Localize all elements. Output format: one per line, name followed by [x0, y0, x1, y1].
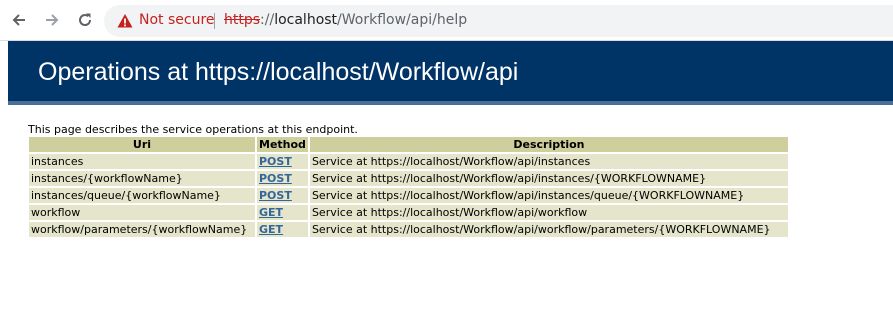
method-cell: POST: [257, 154, 308, 169]
method-link[interactable]: POST: [259, 189, 292, 202]
page-content: Operations at https://localhost/Workflow…: [0, 41, 893, 336]
method-cell: POST: [257, 171, 308, 186]
reload-button[interactable]: [74, 9, 96, 31]
description-cell: Service at https://localhost/Workflow/ap…: [309, 171, 788, 186]
description-column-header: Description: [309, 137, 788, 152]
table-row: workflow/parameters/{workflowName} GET S…: [29, 222, 788, 237]
back-arrow-icon: [12, 14, 25, 26]
method-link[interactable]: GET: [259, 223, 283, 236]
url-text[interactable]: https://localhost/Workflow/api/help: [224, 12, 467, 28]
method-cell: GET: [257, 205, 308, 220]
method-column-header: Method: [257, 137, 308, 152]
browser-toolbar: Not secure https://localhost/Workflow/ap…: [0, 0, 893, 41]
method-cell: POST: [257, 188, 308, 203]
url-host: localhost: [274, 12, 338, 28]
table-row: instances/queue/{workflowName} POST Serv…: [29, 188, 788, 203]
url-scheme: https: [224, 12, 261, 28]
table-header-row: Uri Method Description: [29, 137, 788, 152]
page-title: Operations at https://localhost/Workflow…: [38, 58, 519, 86]
table-row: workflow GET Service at https://localhos…: [29, 205, 788, 220]
uri-cell: instances/{workflowName}: [29, 171, 255, 186]
address-bar[interactable]: Not secure https://localhost/Workflow/ap…: [104, 5, 893, 37]
method-link[interactable]: POST: [259, 172, 292, 185]
reload-icon: [79, 13, 92, 26]
uri-cell: instances/queue/{workflowName}: [29, 188, 255, 203]
description-cell: Service at https://localhost/Workflow/ap…: [309, 188, 788, 203]
warning-icon[interactable]: [117, 13, 133, 29]
operations-table: Uri Method Description instances POST Se…: [27, 135, 790, 239]
uri-cell: workflow/parameters/{workflowName}: [29, 222, 255, 237]
uri-cell: instances: [29, 154, 255, 169]
uri-column-header: Uri: [29, 137, 255, 152]
description-cell: Service at https://localhost/Workflow/ap…: [309, 205, 788, 220]
security-status-label[interactable]: Not secure: [139, 12, 215, 28]
url-path: /Workflow/api/help: [337, 12, 468, 28]
description-cell: Service at https://localhost/Workflow/ap…: [309, 222, 788, 237]
table-row: instances/{workflowName} POST Service at…: [29, 171, 788, 186]
heading-bar: Operations at https://localhost/Workflow…: [8, 41, 893, 105]
method-cell: GET: [257, 222, 308, 237]
forward-arrow-icon: [46, 14, 59, 26]
address-separator: [214, 13, 215, 29]
method-link[interactable]: GET: [259, 206, 283, 219]
table-row: instances POST Service at https://localh…: [29, 154, 788, 169]
method-link[interactable]: POST: [259, 155, 292, 168]
forward-button[interactable]: [41, 9, 63, 31]
uri-cell: workflow: [29, 205, 255, 220]
url-scheme-separator: ://: [260, 12, 275, 28]
back-button[interactable]: [8, 9, 30, 31]
description-cell: Service at https://localhost/Workflow/ap…: [309, 154, 788, 169]
